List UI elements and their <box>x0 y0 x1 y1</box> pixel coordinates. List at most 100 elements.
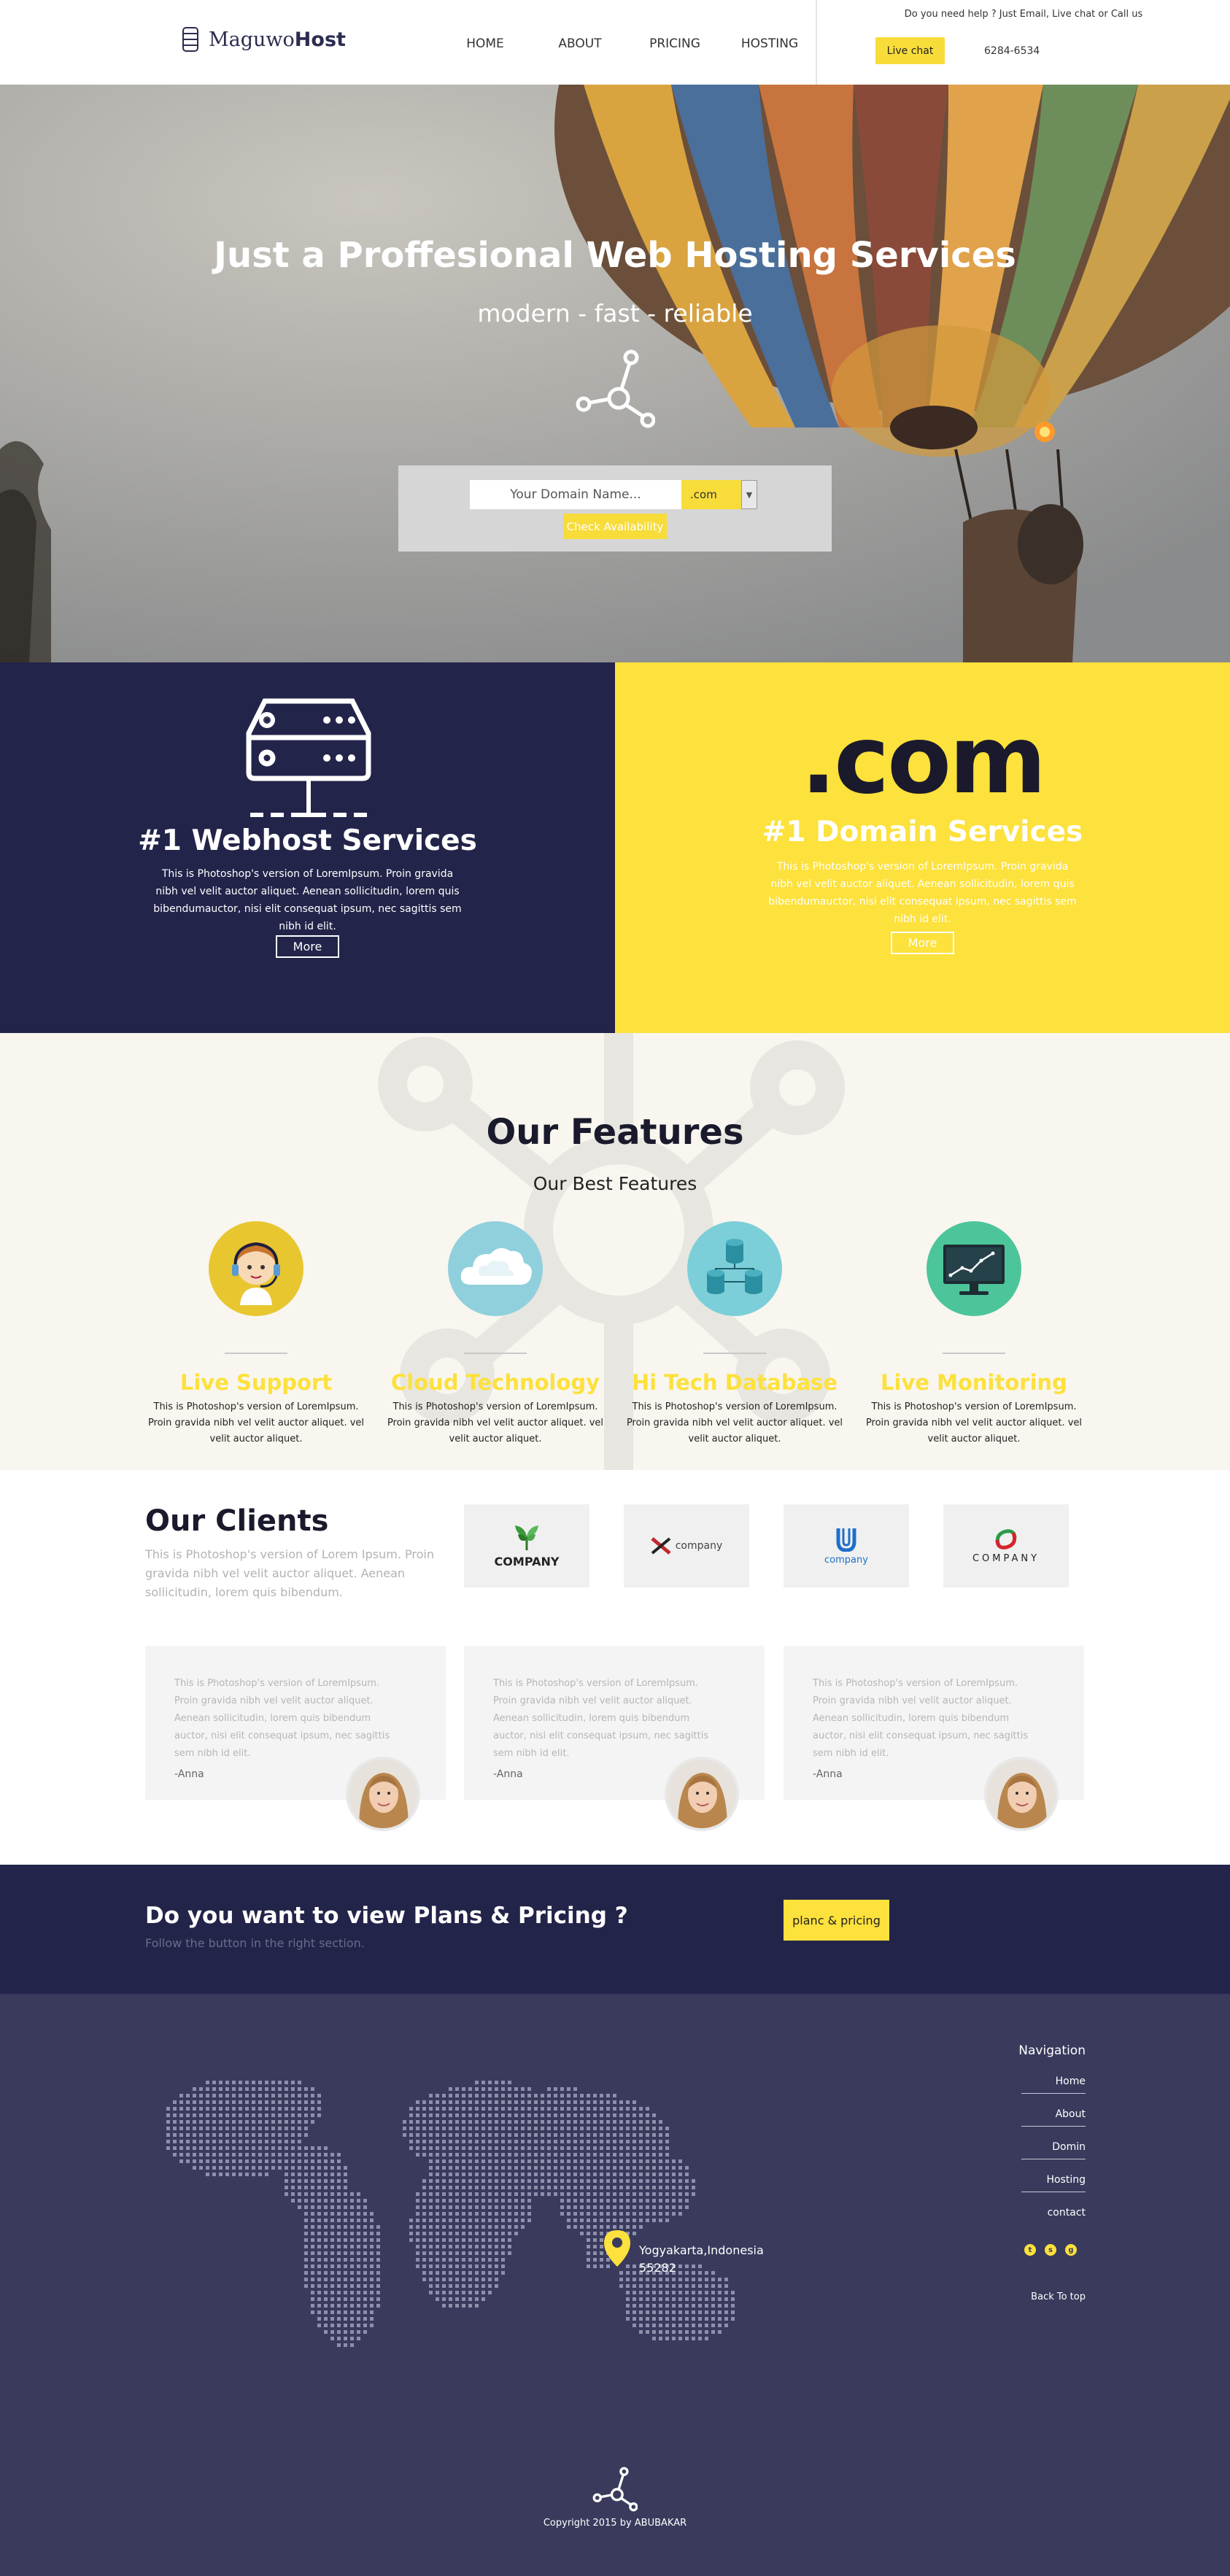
cta-title: Do you want to view Plans & Pricing ? <box>145 1903 628 1929</box>
skype-icon[interactable]: s <box>1045 2244 1056 2256</box>
clients-title: Our Clients <box>145 1504 329 1538</box>
testimonial-card: This is Photoshop's version of LoremIpsu… <box>145 1646 446 1831</box>
testimonial-author: -Anna <box>174 1768 204 1780</box>
avatar <box>665 1757 739 1831</box>
feature-title: Live Monitoring <box>881 1370 1067 1395</box>
location-address: Yogyakarta,Indonesia 55282 <box>639 2242 764 2277</box>
u-logo-icon <box>836 1528 856 1552</box>
features-section: Our Features Our Best Features Live Supp… <box>0 1033 1230 1470</box>
back-to-top-link[interactable]: Back To top <box>1007 2291 1086 2302</box>
domain-title: #1 Domain Services <box>762 816 1083 848</box>
feature-live-support: Live Support This is Photoshop's version… <box>136 1221 376 1447</box>
address-line: 55282 <box>639 2261 676 2275</box>
footer-nav-home[interactable]: Home <box>1021 2076 1086 2094</box>
webhost-title: #1 Webhost Services <box>138 824 477 857</box>
client-logo[interactable]: COMPANY <box>943 1504 1069 1587</box>
client-name: company <box>675 1540 723 1552</box>
google-plus-icon[interactable]: g <box>1065 2244 1077 2256</box>
world-map-dots <box>166 2081 735 2347</box>
x-logo-icon <box>651 1537 671 1555</box>
leaf-logo-icon <box>515 1525 538 1550</box>
feature-title: Cloud Technology <box>390 1370 600 1395</box>
feature-divider <box>464 1353 527 1354</box>
client-name: COMPANY <box>494 1554 560 1569</box>
network-nodes-icon <box>576 349 655 428</box>
hero-subtitle: modern - fast - reliable <box>477 299 753 328</box>
feature-divider <box>943 1353 1005 1354</box>
feature-cloud-technology: Cloud Technology This is Photoshop's ver… <box>375 1221 616 1447</box>
footer-nav-domain[interactable]: Domin <box>1021 2141 1086 2159</box>
hero-section: Just a Proffesional Web Hosting Services… <box>0 85 1230 662</box>
testimonial-author: -Anna <box>493 1768 523 1780</box>
address-line: Yogyakarta,Indonesia <box>639 2243 764 2257</box>
twitter-icon[interactable]: t <box>1024 2244 1036 2256</box>
testimonial-card: This is Photoshop's version of LoremIpsu… <box>464 1646 765 1831</box>
testimonial-author: -Anna <box>813 1768 843 1780</box>
site-header: MaguwoHost HOME ABOUT PRICING HOSTING Do… <box>0 0 1230 85</box>
network-nodes-icon <box>592 2467 638 2512</box>
client-name: company <box>824 1554 868 1566</box>
live-chat-button[interactable]: Live chat <box>875 37 945 64</box>
help-text: Do you need help ? Just Email, Live chat… <box>904 9 1143 20</box>
domain-text: This is Photoshop's version of LoremIpsu… <box>768 861 1077 925</box>
main-nav: HOME ABOUT PRICING HOSTING <box>438 36 817 51</box>
client-name: COMPANY <box>972 1552 1040 1564</box>
cloud-icon <box>448 1221 543 1316</box>
feature-title: Hi Tech Database <box>631 1370 838 1395</box>
features-subtitle: Our Best Features <box>533 1173 697 1194</box>
client-logo[interactable]: company <box>624 1504 749 1587</box>
monitor-chart-icon <box>927 1221 1021 1316</box>
testimonial-text: This is Photoshop's version of LoremIpsu… <box>493 1678 709 1759</box>
feature-text: This is Photoshop's version of LoremIpsu… <box>626 1401 843 1444</box>
cta-subtitle: Follow the button in the right section. <box>145 1936 365 1950</box>
domain-service-panel: .com #1 Domain Services This is Photosho… <box>615 662 1230 1033</box>
site-footer: Yogyakarta,Indonesia 55282 Navigation Ho… <box>0 1994 1230 2576</box>
domain-more-button[interactable]: More <box>891 932 954 954</box>
footer-nav-about[interactable]: About <box>1021 2108 1086 2127</box>
logo[interactable]: MaguwoHost <box>182 25 346 54</box>
phone-number: 6284-6534 <box>984 45 1040 57</box>
feature-text: This is Photoshop's version of LoremIpsu… <box>865 1401 1083 1444</box>
domain-search-input[interactable] <box>470 480 681 509</box>
pricing-cta-section: Do you want to view Plans & Pricing ? Fo… <box>0 1865 1230 1994</box>
feature-text: This is Photoshop's version of LoremIpsu… <box>387 1401 604 1444</box>
webhost-text: This is Photoshop's version of LoremIpsu… <box>153 868 462 932</box>
hero-title: Just a Proffesional Web Hosting Services <box>214 235 1016 276</box>
feature-live-monitoring: Live Monitoring This is Photoshop's vers… <box>854 1221 1094 1447</box>
plans-pricing-button[interactable]: planc & pricing <box>784 1900 889 1941</box>
logo-text: MaguwoHost <box>209 28 346 51</box>
testimonial-card: This is Photoshop's version of LoremIpsu… <box>784 1646 1084 1831</box>
tld-select[interactable]: .com <box>681 480 741 509</box>
dotcom-graphic: .com <box>800 706 1047 815</box>
client-logo[interactable]: company <box>784 1504 909 1587</box>
avatar <box>984 1757 1059 1831</box>
feature-title: Live Support <box>179 1370 333 1395</box>
testimonial-text: This is Photoshop's version of LoremIpsu… <box>174 1678 390 1759</box>
location-pin-icon <box>604 2230 630 2267</box>
nav-about[interactable]: ABOUT <box>533 36 627 51</box>
chevron-down-icon[interactable]: ▼ <box>741 480 757 509</box>
swirl-logo-icon <box>995 1528 1017 1550</box>
feature-divider <box>703 1353 766 1354</box>
copyright-text: Copyright 2015 by ABUBAKAR <box>543 2518 687 2529</box>
client-logo[interactable]: COMPANY <box>464 1504 589 1587</box>
footer-nav-hosting[interactable]: Hosting <box>1021 2174 1086 2192</box>
nav-pricing[interactable]: PRICING <box>627 36 722 51</box>
webhost-service-panel: #1 Webhost Services This is Photoshop's … <box>0 662 615 1033</box>
webhost-more-button[interactable]: More <box>276 935 339 958</box>
server-logo-icon <box>182 27 198 52</box>
feature-text: This is Photoshop's version of LoremIpsu… <box>147 1401 365 1444</box>
nav-home[interactable]: HOME <box>438 36 533 51</box>
feature-divider <box>225 1353 287 1354</box>
social-links: t s g <box>1024 2244 1077 2256</box>
features-title: Our Features <box>486 1112 744 1153</box>
headset-agent-icon <box>209 1221 303 1316</box>
nav-hosting[interactable]: HOSTING <box>722 36 817 51</box>
check-availability-button[interactable]: Check Availability <box>563 514 667 539</box>
clients-text: This is Photoshop's version of Lorem Ips… <box>145 1547 434 1599</box>
footer-nav-contact[interactable]: contact <box>1021 2207 1086 2224</box>
database-icon <box>687 1221 782 1316</box>
server-rack-icon <box>246 698 371 817</box>
footer-nav-title: Navigation <box>1018 2043 1086 2058</box>
testimonial-text: This is Photoshop's version of LoremIpsu… <box>813 1678 1029 1759</box>
